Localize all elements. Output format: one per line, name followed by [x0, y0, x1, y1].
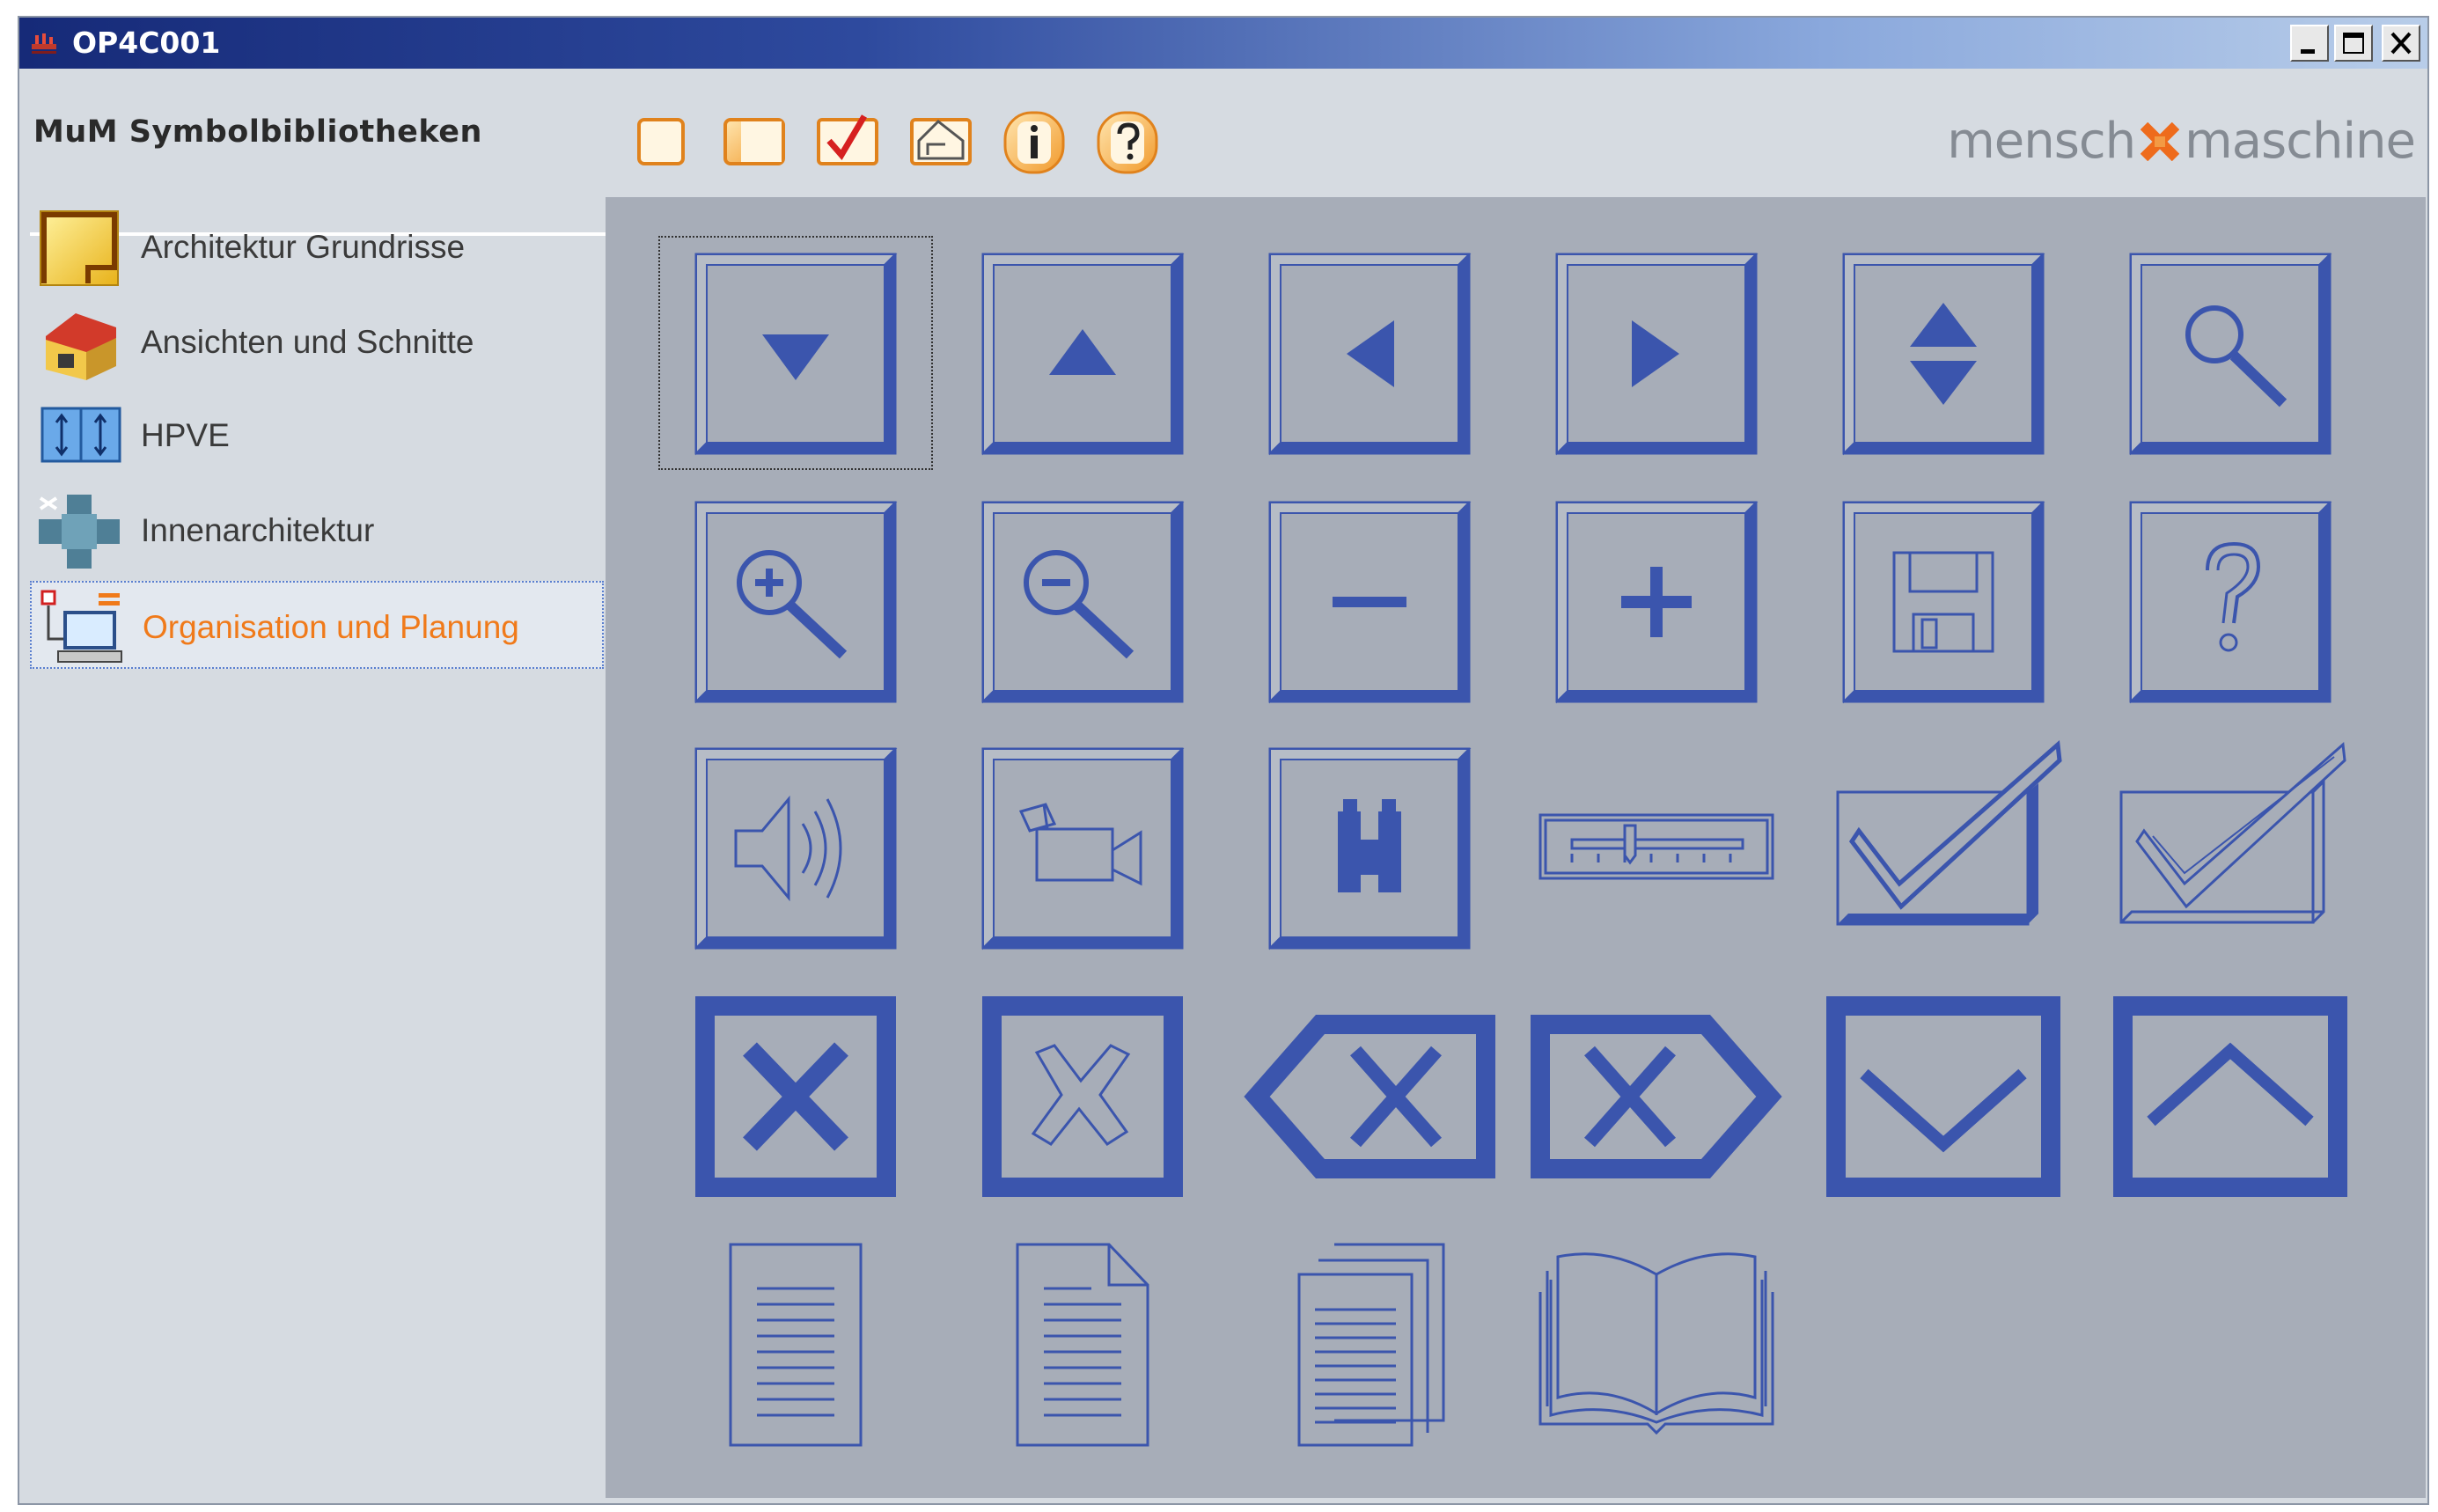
- sidebar-item-label: Ansichten und Schnitte: [141, 324, 474, 360]
- header: MuM Symbolbibliotheken mensch maschine: [19, 69, 2427, 236]
- close-x-icon[interactable]: [695, 996, 896, 1197]
- question-icon[interactable]: [2129, 501, 2332, 704]
- checkmark-icon[interactable]: [813, 109, 882, 176]
- maximize-icon: [2343, 33, 2364, 54]
- book-icon[interactable]: [1538, 1252, 1774, 1435]
- floorplan-icon: [40, 210, 119, 286]
- organisation-icon: [40, 590, 122, 663]
- symbol-grid: [694, 253, 2347, 1447]
- sidebar-item-ansichten[interactable]: Ansichten und Schnitte: [30, 297, 604, 385]
- minus-icon[interactable]: [1268, 501, 1472, 704]
- sidebar-item-label: HPVE: [141, 417, 230, 453]
- hpve-icon: [40, 407, 121, 463]
- help-icon[interactable]: [1093, 109, 1162, 176]
- checkbox-checked-outline-icon[interactable]: [2119, 741, 2346, 924]
- logo-text-left: mensch: [1947, 113, 2136, 170]
- split-view-icon[interactable]: [720, 109, 789, 176]
- house-icon: [46, 313, 116, 380]
- plus-icon[interactable]: [1555, 501, 1759, 704]
- arrow-updown-icon[interactable]: [1842, 253, 2045, 456]
- documents-stack-icon[interactable]: [1297, 1243, 1445, 1447]
- slider-icon[interactable]: [1538, 813, 1774, 880]
- arrow-left-icon[interactable]: [1268, 253, 1472, 456]
- chevron-up-icon[interactable]: [2113, 996, 2347, 1197]
- app-icon: [32, 33, 56, 54]
- backspace-icon[interactable]: [1244, 1015, 1495, 1178]
- sidebar-item-hpve[interactable]: HPVE: [30, 391, 604, 479]
- maximize-button[interactable]: [2334, 25, 2373, 62]
- arrow-up-icon[interactable]: [981, 253, 1185, 456]
- binoculars-icon[interactable]: [1268, 747, 1472, 951]
- arrow-right-icon[interactable]: [1555, 253, 1759, 456]
- logo-text-right: maschine: [2185, 113, 2416, 170]
- new-page-icon[interactable]: [627, 109, 695, 176]
- magnifier-icon[interactable]: [2129, 253, 2332, 456]
- floppy-disk-icon[interactable]: [1842, 501, 2045, 704]
- info-icon[interactable]: [1000, 109, 1068, 176]
- house-plan-icon[interactable]: [907, 109, 975, 176]
- document-icon[interactable]: [729, 1243, 863, 1447]
- sidebar-item-architektur[interactable]: Architektur Grundrisse: [30, 202, 604, 290]
- close-x-outline-icon[interactable]: [982, 996, 1183, 1197]
- interior-icon: [39, 495, 120, 569]
- sidebar-item-organisation[interactable]: Organisation und Planung: [30, 581, 604, 669]
- sidebar-item-label: Innenarchitektur: [141, 512, 375, 548]
- mum-logo: mensch maschine: [1947, 113, 2416, 170]
- library-title: MuM Symbolbibliotheken: [33, 114, 482, 150]
- close-icon: [2390, 32, 2412, 55]
- symbol-panel: [606, 197, 2426, 1498]
- arrow-down-icon[interactable]: [694, 253, 898, 456]
- chevron-down-icon[interactable]: [1826, 996, 2060, 1197]
- document-folded-icon[interactable]: [1016, 1243, 1149, 1447]
- minimize-icon: [2301, 49, 2315, 54]
- speaker-icon[interactable]: [694, 747, 898, 951]
- close-button[interactable]: [2382, 25, 2420, 62]
- logo-cross-icon: [2141, 121, 2180, 161]
- delete-forward-icon[interactable]: [1531, 1015, 1782, 1178]
- zoom-in-icon[interactable]: [694, 501, 898, 704]
- application-window: OP4C001 MuM Symbolbibliotheken mensch ma…: [18, 16, 2429, 1505]
- video-camera-icon[interactable]: [981, 747, 1185, 951]
- minimize-button[interactable]: [2290, 25, 2329, 62]
- sidebar-item-innenarchitektur[interactable]: Innenarchitektur: [30, 486, 604, 574]
- sidebar-item-label: Organisation und Planung: [143, 609, 519, 645]
- checkbox-checked-icon[interactable]: [1836, 739, 2062, 926]
- window-title: OP4C001: [72, 26, 221, 60]
- zoom-out-icon[interactable]: [981, 501, 1185, 704]
- sidebar-item-label: Architektur Grundrisse: [141, 229, 466, 265]
- title-bar[interactable]: OP4C001: [19, 18, 2427, 69]
